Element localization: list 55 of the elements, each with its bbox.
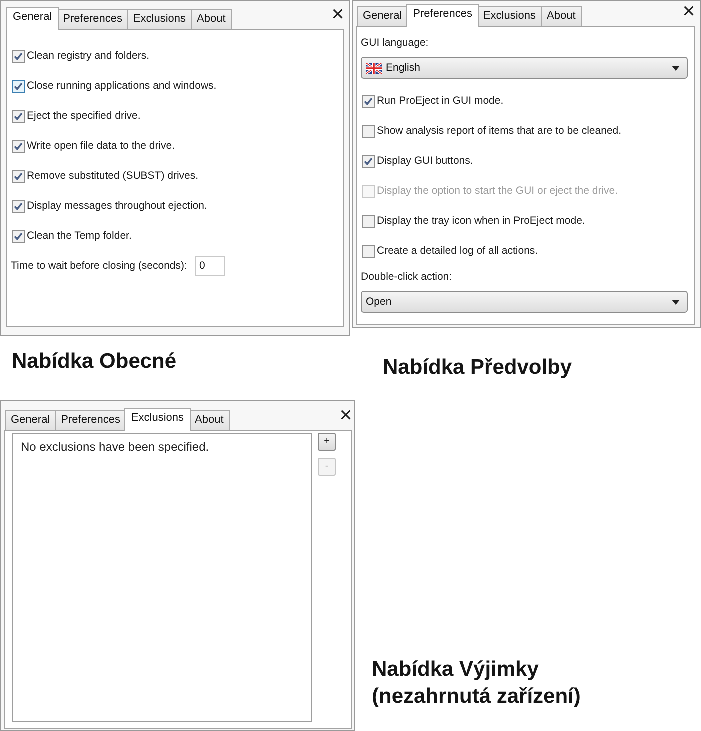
- caret-icon: [672, 66, 680, 70]
- caption: Nabídka Obecné: [12, 350, 177, 374]
- exclusions-list[interactable]: No exclusions have been specified.: [12, 433, 312, 722]
- checkbox[interactable]: [12, 170, 25, 182]
- option-label: Show analysis report of items that are to be cleaned.: [377, 125, 622, 137]
- field-label: Time to wait before closing (seconds):: [11, 260, 188, 272]
- checkbox[interactable]: [12, 80, 25, 92]
- option-label: Clean the Temp folder.: [27, 230, 132, 242]
- flag-icon: [366, 62, 382, 74]
- tab[interactable]: About: [541, 6, 582, 26]
- checkbox[interactable]: [12, 50, 25, 62]
- checkbox[interactable]: [12, 200, 25, 212]
- add-button[interactable]: +: [318, 433, 336, 451]
- option-label: Display GUI buttons.: [377, 155, 474, 167]
- checkbox[interactable]: [12, 230, 25, 242]
- tab[interactable]: Preferences: [406, 4, 480, 27]
- caption: Nabídka Předvolby: [383, 356, 572, 380]
- language-dropdown[interactable]: English: [361, 57, 688, 79]
- close-icon[interactable]: [684, 6, 694, 16]
- tab[interactable]: General: [6, 7, 60, 30]
- tab[interactable]: General: [357, 6, 408, 26]
- close-icon[interactable]: [341, 410, 351, 420]
- checkbox[interactable]: [12, 110, 25, 122]
- checkbox[interactable]: [362, 214, 375, 228]
- option-label: Clean registry and folders.: [27, 50, 150, 62]
- input-field[interactable]: 0: [195, 256, 226, 276]
- field-label: Double-click action:: [361, 270, 454, 284]
- caption: Nabídka Výjimky (nezahrnutá zařízení): [372, 657, 582, 710]
- tab[interactable]: Exclusions: [477, 6, 542, 26]
- tab[interactable]: Exclusions: [124, 408, 192, 431]
- tab[interactable]: About: [189, 410, 230, 430]
- tab[interactable]: Preferences: [57, 9, 128, 29]
- tab[interactable]: General: [5, 410, 56, 430]
- tab[interactable]: Exclusions: [127, 9, 192, 29]
- option-label: Run ProEject in GUI mode.: [377, 95, 504, 107]
- option-label: Write open file data to the drive.: [27, 140, 176, 152]
- checkbox[interactable]: [362, 124, 375, 138]
- option-label: Eject the specified drive.: [27, 110, 141, 122]
- option-label: Close running applications and windows.: [27, 80, 217, 92]
- action-dropdown[interactable]: Open: [361, 291, 688, 313]
- checkbox[interactable]: [12, 140, 25, 152]
- option-label: Create a detailed log of all actions.: [377, 245, 538, 257]
- checkbox[interactable]: [362, 244, 375, 258]
- option-label: Display the tray icon when in ProEject mode.: [377, 215, 586, 227]
- tab[interactable]: About: [191, 9, 232, 29]
- field-label: GUI language:: [361, 36, 430, 50]
- tab[interactable]: Preferences: [55, 410, 126, 430]
- option-label: Display messages throughout ejection.: [27, 200, 208, 212]
- close-icon[interactable]: [333, 9, 343, 19]
- option-label: Remove substituted (SUBST) drives.: [27, 170, 199, 182]
- caret-icon: [672, 300, 680, 304]
- checkbox[interactable]: [362, 94, 375, 108]
- checkbox[interactable]: [362, 154, 375, 168]
- option-label: Display the option to start the GUI or eject the drive.: [377, 185, 618, 197]
- empty-message: No exclusions have been specified.: [21, 440, 210, 454]
